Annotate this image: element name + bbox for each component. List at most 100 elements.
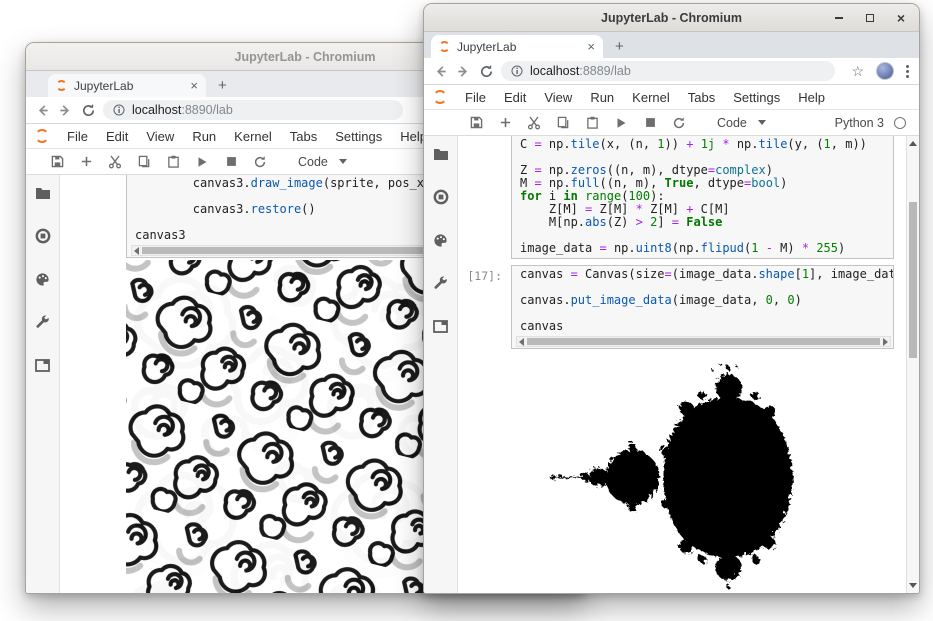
back-arrow-icon[interactable] [34, 102, 51, 119]
add-cell-icon[interactable] [498, 116, 512, 130]
new-tab-button[interactable]: + [615, 40, 624, 54]
paste-icon[interactable] [166, 155, 180, 169]
url-path: :8890/lab [181, 103, 232, 117]
restart-icon[interactable] [672, 116, 686, 130]
kernel-status-icon [894, 117, 906, 129]
kernel-indicator[interactable]: Python 3 [835, 116, 906, 130]
chevron-down-icon [758, 120, 766, 125]
back-left-sidebar [26, 175, 60, 593]
front-jupyterlab-menubar: File Edit View Run Kernel Tabs Settings … [424, 84, 919, 110]
bookmark-star-icon[interactable]: ☆ [851, 64, 864, 78]
scroll-up-icon[interactable] [909, 141, 917, 146]
menu-file[interactable]: File [456, 90, 495, 105]
menu-edit[interactable]: Edit [97, 129, 137, 144]
cut-icon[interactable] [108, 155, 122, 169]
save-icon[interactable] [469, 116, 483, 130]
front-tab-strip: JupyterLab × + [424, 32, 919, 58]
copy-icon[interactable] [556, 116, 570, 130]
jupyter-favicon-icon [56, 80, 67, 91]
front-window-title: JupyterLab - Chromium [601, 11, 742, 25]
menu-tabs[interactable]: Tabs [281, 129, 326, 144]
tab-close-icon[interactable]: × [587, 41, 595, 53]
front-browser-tab[interactable]: JupyterLab × [431, 35, 603, 58]
reload-icon[interactable] [80, 102, 97, 119]
jupyter-logo-icon [35, 129, 49, 143]
maximize-button[interactable] [864, 12, 876, 24]
front-notebook-toolbar: Code Python 3 [424, 110, 919, 136]
menu-file[interactable]: File [58, 129, 97, 144]
save-icon[interactable] [50, 155, 64, 169]
stop-icon[interactable] [643, 116, 657, 130]
menu-view[interactable]: View [137, 129, 183, 144]
back-address-field[interactable]: localhost:8890/lab [103, 100, 403, 120]
menu-edit[interactable]: Edit [495, 90, 535, 105]
stop-icon[interactable] [224, 155, 238, 169]
url-host: localhost [530, 64, 579, 78]
browser-menu-icon[interactable] [906, 65, 909, 78]
cell-type-dropdown[interactable]: Code [717, 116, 766, 130]
copy-icon[interactable] [137, 155, 151, 169]
sidebar-property-inspector-icon[interactable] [433, 275, 449, 291]
menu-settings[interactable]: Settings [724, 90, 789, 105]
close-button[interactable]: × [895, 12, 907, 24]
chevron-down-icon [339, 159, 347, 164]
front-notebook-area: C = np.tile(x, (n, 1)) + 1j * np.tile(y,… [458, 136, 906, 593]
sidebar-running-kernels-icon[interactable] [433, 189, 449, 205]
sidebar-open-tabs-icon[interactable] [35, 357, 51, 373]
restart-icon[interactable] [253, 155, 267, 169]
sidebar-running-kernels-icon[interactable] [35, 228, 51, 244]
sidebar-commands-icon[interactable] [433, 232, 449, 248]
menu-run[interactable]: Run [183, 129, 225, 144]
front-address-field[interactable]: localhost:8889/lab [501, 61, 835, 81]
back-browser-tab[interactable]: JupyterLab × [48, 74, 206, 97]
back-arrow-icon[interactable] [432, 63, 449, 80]
execution-count: [17]: [458, 269, 502, 283]
front-tab-label: JupyterLab [457, 40, 580, 54]
run-icon[interactable] [195, 155, 209, 169]
scroll-right-icon[interactable] [883, 338, 888, 346]
mandelbrot-output-image [458, 355, 899, 593]
sidebar-file-browser-icon[interactable] [35, 185, 51, 201]
forward-arrow-icon[interactable] [57, 102, 74, 119]
scroll-left-icon[interactable] [134, 247, 139, 255]
sidebar-property-inspector-icon[interactable] [35, 314, 51, 330]
front-left-sidebar [424, 136, 458, 593]
menu-run[interactable]: Run [581, 90, 623, 105]
sidebar-open-tabs-icon[interactable] [433, 318, 449, 334]
info-icon [511, 65, 523, 77]
canvas-code-cell[interactable]: canvas = Canvas(size=(image_data.shape[1… [511, 265, 894, 349]
front-window-titlebar[interactable]: JupyterLab - Chromium × [424, 4, 919, 32]
profile-avatar[interactable] [876, 62, 894, 80]
cell-horizontal-scrollbar[interactable] [516, 336, 891, 347]
menu-view[interactable]: View [535, 90, 581, 105]
cell-type-dropdown[interactable]: Code [298, 155, 347, 169]
sidebar-file-browser-icon[interactable] [433, 146, 449, 162]
forward-arrow-icon[interactable] [455, 63, 472, 80]
url-host: localhost [132, 103, 181, 117]
reload-icon[interactable] [478, 63, 495, 80]
mandelbrot-code-cell[interactable]: C = np.tile(x, (n, 1)) + 1j * np.tile(y,… [511, 136, 894, 259]
info-icon [113, 104, 125, 116]
paste-icon[interactable] [585, 116, 599, 130]
jupyter-favicon-icon [439, 41, 450, 52]
menu-kernel[interactable]: Kernel [623, 90, 679, 105]
scroll-left-icon[interactable] [519, 338, 524, 346]
notebook-vertical-scrollbar[interactable] [906, 136, 919, 593]
menu-help[interactable]: Help [789, 90, 834, 105]
minimize-button[interactable] [833, 12, 845, 24]
new-tab-button[interactable]: + [218, 79, 227, 93]
cut-icon[interactable] [527, 116, 541, 130]
menu-settings[interactable]: Settings [326, 129, 391, 144]
tab-close-icon[interactable]: × [190, 80, 198, 92]
run-icon[interactable] [614, 116, 628, 130]
front-browser-window: JupyterLab - Chromium × JupyterLab × + l… [423, 3, 920, 594]
scroll-thumb[interactable] [527, 338, 880, 345]
scroll-down-icon[interactable] [909, 583, 917, 588]
menu-tabs[interactable]: Tabs [679, 90, 724, 105]
menu-kernel[interactable]: Kernel [225, 129, 281, 144]
add-cell-icon[interactable] [79, 155, 93, 169]
back-tab-label: JupyterLab [74, 79, 183, 93]
sidebar-commands-icon[interactable] [35, 271, 51, 287]
scroll-thumb[interactable] [909, 202, 917, 358]
back-window-title: JupyterLab - Chromium [235, 50, 376, 64]
